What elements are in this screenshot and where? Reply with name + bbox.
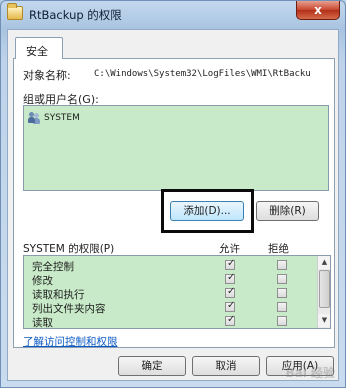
allow-checkbox[interactable]: [225, 272, 235, 284]
allow-column-header: 允许: [219, 243, 240, 255]
close-button[interactable]: x: [296, 1, 340, 20]
permissions-header: SYSTEM 的权限(P): [23, 243, 115, 255]
scroll-up-icon[interactable]: ▲: [318, 256, 330, 269]
highlight-frame: [161, 189, 254, 233]
permission-row: 完全控制: [24, 258, 316, 273]
cancel-button[interactable]: 取消: [192, 356, 260, 376]
scroll-down-icon[interactable]: ▼: [318, 314, 330, 327]
deny-column-header: 拒绝: [268, 243, 289, 255]
deny-checkbox[interactable]: [277, 288, 287, 298]
user-name: SYSTEM: [44, 113, 80, 123]
remove-button[interactable]: 删除(R): [256, 201, 319, 221]
dialog-client-area: 安全 对象名称: C:\Windows\System32\LogFiles\WM…: [7, 29, 339, 381]
object-name-label: 对象名称:: [23, 69, 71, 82]
ok-button[interactable]: 确定: [118, 356, 186, 376]
list-item-system[interactable]: SYSTEM: [28, 110, 80, 126]
window-title: RtBackup 的权限: [29, 8, 122, 22]
deny-checkbox[interactable]: [277, 316, 287, 326]
permissions-dialog: RtBackup 的权限 x 安全 对象名称: C:\Windows\Syste…: [0, 0, 346, 388]
user-list[interactable]: SYSTEM: [23, 105, 329, 191]
users-icon: [28, 112, 41, 124]
permission-row: 读取: [24, 314, 316, 329]
deny-checkbox[interactable]: [277, 274, 287, 284]
tab-security[interactable]: 安全: [15, 37, 63, 59]
permissions-scrollbar[interactable]: ▲ ▼: [317, 256, 330, 328]
permissions-list: 完全控制 修改 读取和执行 列出文件夹内容: [23, 255, 331, 329]
learn-access-control-link[interactable]: 了解访问控制和权限: [23, 334, 118, 349]
allow-checkbox[interactable]: [225, 258, 235, 270]
permission-row: 读取和执行: [24, 286, 316, 301]
permission-row: 修改: [24, 272, 316, 287]
deny-checkbox[interactable]: [277, 302, 287, 312]
allow-checkbox[interactable]: [225, 300, 235, 312]
watermark: Bai 经验: [285, 366, 335, 380]
deny-checkbox[interactable]: [277, 260, 287, 270]
allow-checkbox[interactable]: [225, 314, 235, 326]
allow-checkbox[interactable]: [225, 286, 235, 298]
permission-name: 读取: [32, 317, 53, 329]
scroll-thumb[interactable]: [319, 270, 330, 308]
permission-row: 列出文件夹内容: [24, 300, 316, 315]
folder-icon: [7, 3, 23, 20]
title-bar[interactable]: RtBackup 的权限 x: [1, 1, 345, 29]
object-name-value: C:\Windows\System32\LogFiles\WMI\RtBacku: [94, 69, 311, 79]
security-panel: 对象名称: C:\Windows\System32\LogFiles\WMI\R…: [13, 58, 335, 348]
